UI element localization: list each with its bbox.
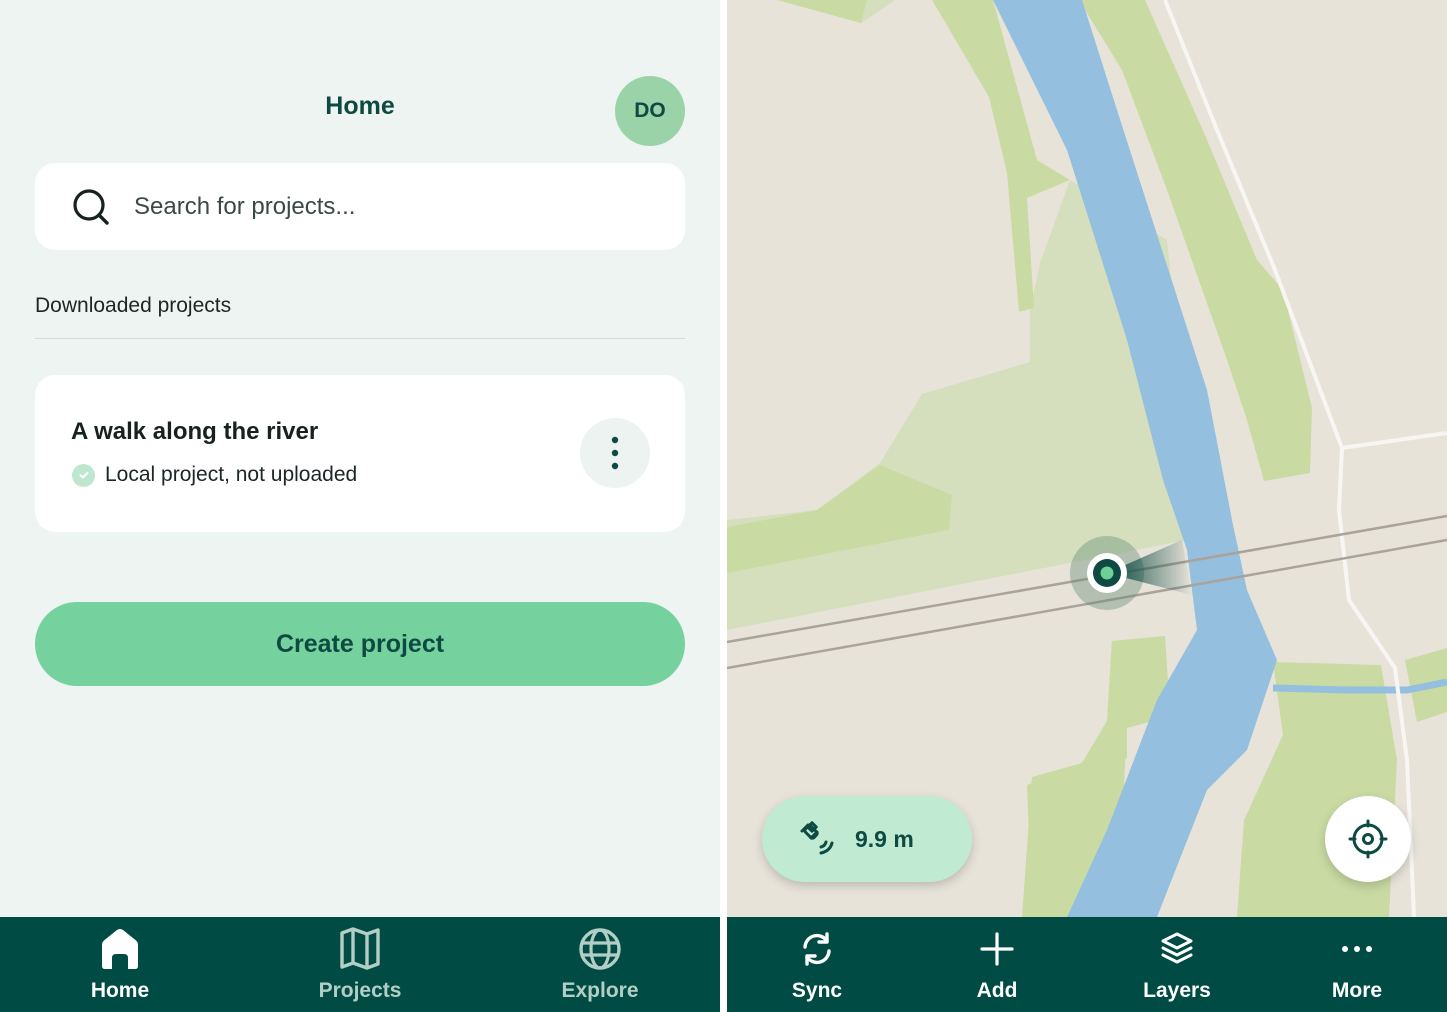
locate-me-button[interactable] — [1325, 796, 1411, 882]
satellite-icon — [800, 821, 834, 855]
project-status: Local project, not uploaded — [72, 463, 357, 487]
home-icon — [102, 929, 138, 969]
location-marker-center — [1100, 566, 1114, 580]
project-title: A walk along the river — [71, 418, 319, 445]
more-horizontal-icon — [1342, 946, 1372, 952]
toolbar-sync-label: Sync — [791, 979, 843, 1002]
toolbar-more-label: More — [1331, 979, 1383, 1002]
nav-projects[interactable]: Projects — [240, 917, 480, 1012]
toolbar-sync[interactable]: Sync — [727, 917, 907, 1012]
nav-home[interactable]: Home — [0, 917, 240, 1012]
map-icon — [340, 927, 380, 970]
search-input[interactable] — [132, 191, 636, 222]
toolbar-more[interactable]: More — [1267, 917, 1447, 1012]
avatar[interactable]: DO — [615, 76, 685, 146]
crosshair-icon — [1348, 819, 1388, 859]
nav-explore[interactable]: Explore — [480, 917, 720, 1012]
map-toolbar: Sync Add Layers More — [727, 917, 1447, 1012]
bottom-navigation: Home Projects Explore — [0, 917, 720, 1012]
toolbar-add[interactable]: Add — [907, 917, 1087, 1012]
map-screen: 9.9 m Sync Add Layers More — [727, 0, 1447, 1012]
project-card[interactable]: A walk along the river Local project, no… — [35, 375, 685, 532]
sync-icon — [803, 932, 831, 966]
project-options-button[interactable] — [580, 418, 650, 488]
section-divider — [35, 338, 685, 339]
gps-accuracy-value: 9.9 m — [855, 825, 914, 852]
toolbar-layers-label: Layers — [1143, 979, 1211, 1002]
plus-icon — [980, 932, 1014, 966]
page-title: Home — [325, 92, 395, 120]
project-status-text: Local project, not uploaded — [105, 463, 358, 486]
nav-home-label: Home — [90, 979, 150, 1002]
toolbar-add-label: Add — [976, 979, 1018, 1002]
section-label: Downloaded projects — [35, 294, 232, 317]
nav-projects-label: Projects — [318, 979, 402, 1002]
globe-icon — [579, 928, 621, 970]
toolbar-layers[interactable]: Layers — [1087, 917, 1267, 1012]
map-canvas[interactable] — [727, 0, 1447, 917]
screen-divider — [720, 0, 727, 1012]
home-screen: Home DO Downloaded projects A walk along… — [0, 0, 720, 1012]
search-bar[interactable] — [35, 163, 685, 250]
nav-explore-label: Explore — [561, 979, 639, 1002]
search-icon — [73, 188, 109, 225]
check-icon — [72, 463, 95, 487]
create-project-button[interactable]: Create project — [35, 602, 685, 686]
layers-icon — [1161, 932, 1193, 964]
more-vertical-icon — [611, 436, 619, 470]
gps-accuracy-button[interactable]: 9.9 m — [762, 796, 972, 882]
